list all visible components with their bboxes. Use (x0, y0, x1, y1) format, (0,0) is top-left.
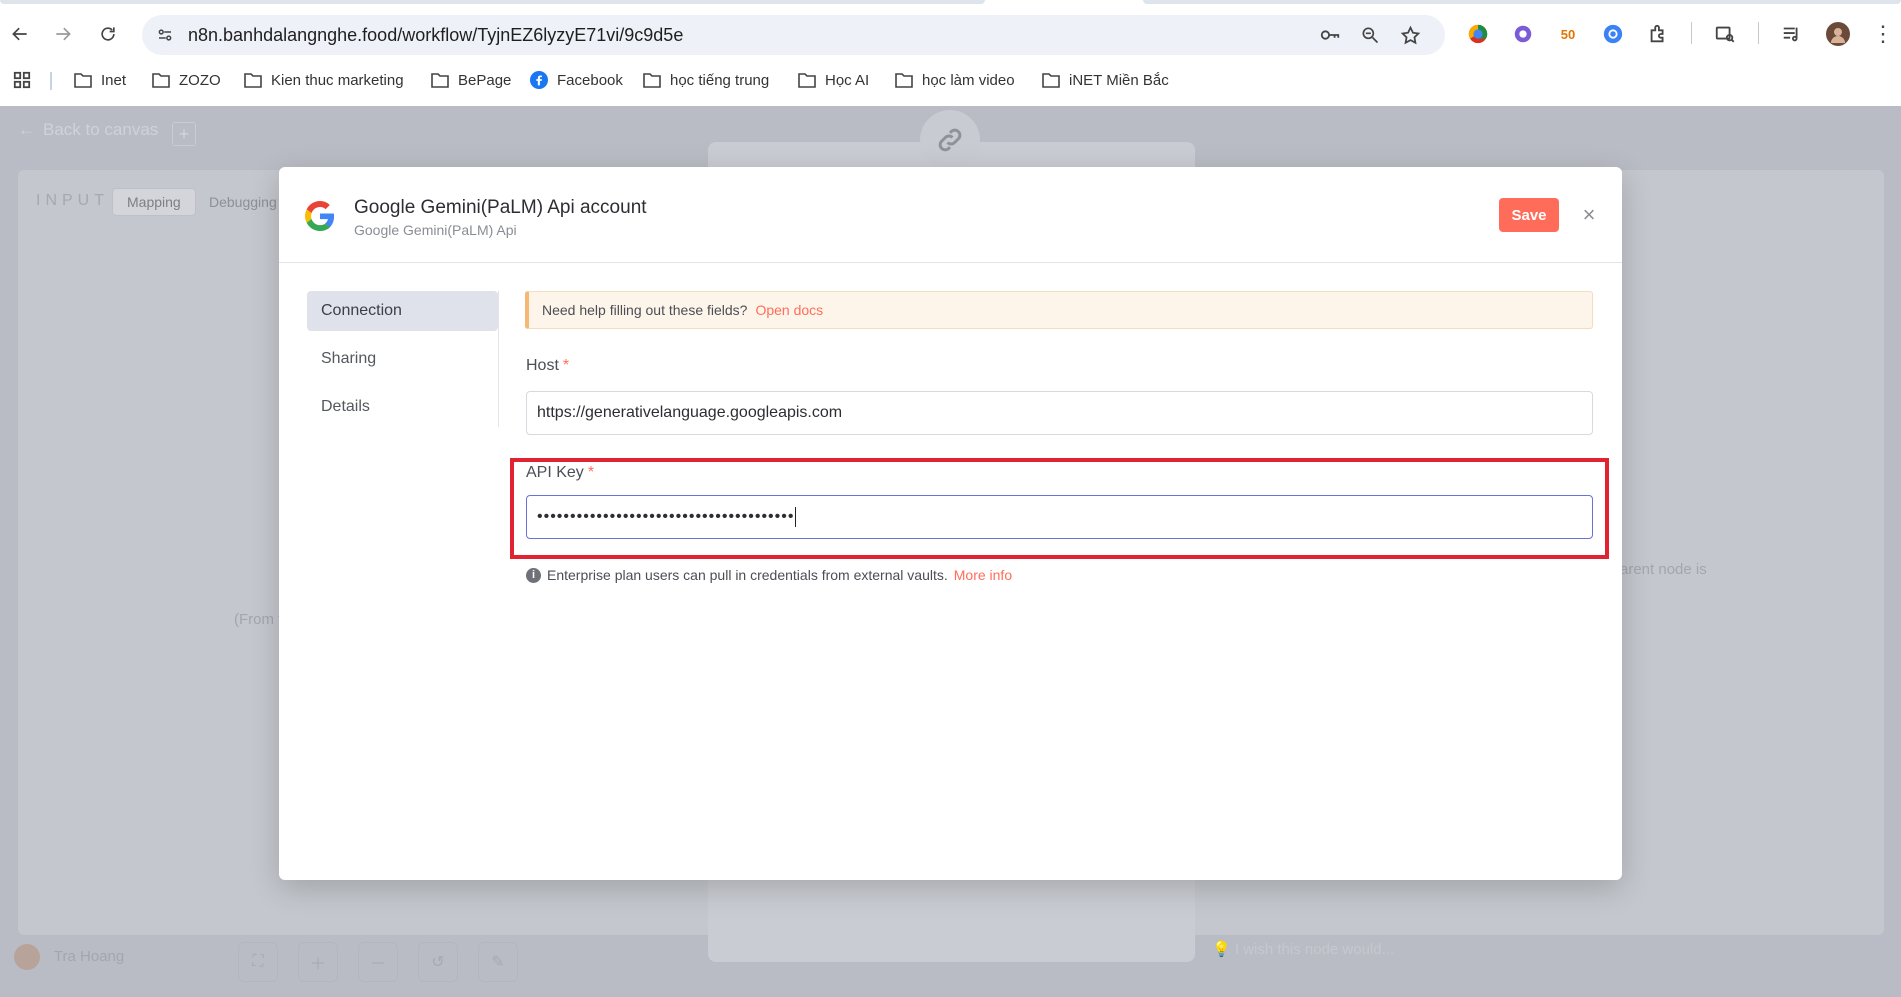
output-hint-text: arent node is (1620, 561, 1707, 578)
folder-icon (1042, 73, 1060, 88)
folder-icon (74, 73, 92, 88)
bookmark-facebook[interactable]: Facebook (529, 68, 623, 92)
credential-sidenav: Connection Sharing Details (307, 291, 498, 435)
toolbar-divider (1758, 22, 1759, 44)
bookmark-star-icon[interactable] (1398, 23, 1422, 47)
host-input[interactable]: https://generativelanguage.googleapis.co… (526, 391, 1593, 435)
fit-view-icon[interactable]: ⛶ (238, 942, 278, 982)
bookmark-hoc-lam-video[interactable]: học làm video (894, 68, 1015, 92)
browser-toolbar: n8n.banhdalangnghe.food/workflow/TyjnEZ6… (0, 0, 1901, 106)
api-key-label: API Key * (526, 464, 595, 481)
undo-icon[interactable]: ↺ (418, 942, 458, 982)
enterprise-note: i Enterprise plan users can pull in cred… (526, 567, 1012, 583)
tab-strip-right (1143, 0, 1901, 4)
required-marker: * (562, 357, 570, 374)
google-logo-icon (305, 201, 335, 231)
badge-50-extension-icon[interactable]: 50 (1555, 21, 1581, 47)
folder-icon (152, 73, 170, 88)
color-picker-extension-icon[interactable] (1465, 21, 1491, 47)
more-info-link[interactable]: More info (954, 567, 1012, 583)
bookmarks-bar: Inet ZOZO Kien thuc marketing BePage Fac… (0, 66, 1901, 94)
zoom-icon[interactable] (1358, 23, 1382, 47)
tidy-up-icon[interactable]: ✎ (478, 942, 518, 982)
forward-arrow-icon[interactable] (49, 20, 77, 48)
folder-icon (244, 73, 262, 88)
feedback-hint[interactable]: 💡 I wish this node would... (1212, 940, 1394, 958)
site-info-icon[interactable] (154, 24, 176, 46)
folder-icon (431, 73, 449, 88)
close-icon[interactable]: × (1577, 202, 1601, 227)
bookmarks-divider (50, 72, 52, 90)
apps-grid-icon[interactable] (12, 68, 32, 92)
user-badge[interactable]: Tra Hoang (14, 944, 124, 970)
reload-icon[interactable] (94, 20, 122, 48)
bookmark-hoc-tieng-trung[interactable]: học tiếng trung (642, 68, 769, 92)
folder-icon (798, 73, 816, 88)
host-label: Host * (526, 357, 570, 374)
facebook-icon (530, 71, 548, 89)
folder-icon (895, 73, 913, 88)
credential-modal: Google Gemini(PaLM) Api account Google G… (279, 167, 1622, 880)
back-to-canvas-link[interactable]: ← Back to canvas (18, 120, 158, 140)
puzzle-extensions-icon[interactable] (1645, 21, 1671, 47)
input-panel-title: INPUT (36, 192, 109, 209)
arrow-left-icon: ← (18, 120, 35, 139)
tab-mapping[interactable]: Mapping (112, 188, 196, 216)
back-arrow-icon[interactable] (6, 20, 34, 48)
sidenav-item-connection[interactable]: Connection (307, 291, 498, 331)
modal-subtitle: Google Gemini(PaLM) Api (354, 222, 517, 238)
profile-avatar-icon[interactable] (1825, 21, 1851, 47)
sync-extension-icon[interactable] (1600, 21, 1626, 47)
sidenav-item-details[interactable]: Details (307, 387, 498, 427)
api-key-input[interactable]: ••••••••••••••••••••••••••••••••••••••• (526, 495, 1593, 539)
bookmark-inet-mien-bac[interactable]: iNET Miền Bắc (1041, 68, 1169, 92)
address-bar[interactable]: n8n.banhdalangnghe.food/workflow/TyjnEZ6… (142, 15, 1445, 55)
lightbulb-icon: 💡 (1212, 941, 1235, 958)
zoom-in-icon[interactable]: ＋ (298, 942, 338, 982)
gear-extension-icon[interactable] (1510, 21, 1536, 47)
tab-strip (0, 0, 985, 4)
media-control-icon[interactable] (1779, 21, 1805, 47)
info-icon: i (526, 567, 541, 583)
input-hint-text: (From t (234, 611, 283, 628)
open-docs-link[interactable]: Open docs (755, 302, 823, 318)
bookmark-kien-thuc-marketing[interactable]: Kien thuc marketing (243, 68, 404, 92)
sidenav-divider (498, 291, 499, 427)
modal-title: Google Gemini(PaLM) Api account (354, 197, 647, 218)
url-text[interactable]: n8n.banhdalangnghe.food/workflow/TyjnEZ6… (188, 25, 683, 46)
tab-debugging[interactable]: Debugging (195, 188, 291, 216)
reading-list-icon[interactable] (1712, 21, 1738, 47)
password-key-icon[interactable] (1318, 23, 1342, 47)
toolbar-divider (1691, 22, 1692, 44)
sidenav-item-sharing[interactable]: Sharing (307, 339, 498, 379)
zoom-out-icon[interactable]: － (358, 942, 398, 982)
more-menu-icon[interactable]: ⋮ (1870, 21, 1896, 47)
save-button[interactable]: Save (1499, 198, 1559, 232)
link-node-icon (920, 110, 980, 170)
bookmark-zozo[interactable]: ZOZO (151, 68, 221, 92)
bookmark-hoc-ai[interactable]: Học AI (797, 68, 869, 92)
folder-icon (643, 73, 661, 88)
text-caret (795, 507, 797, 527)
bookmark-inet[interactable]: Inet (73, 68, 126, 92)
modal-header: Google Gemini(PaLM) Api account Google G… (279, 167, 1622, 263)
required-marker: * (587, 464, 595, 481)
help-banner: Need help filling out these fields? Open… (525, 291, 1593, 329)
bookmark-bepage[interactable]: BePage (430, 68, 511, 92)
add-tab-button[interactable]: + (172, 122, 196, 146)
avatar (14, 944, 40, 970)
